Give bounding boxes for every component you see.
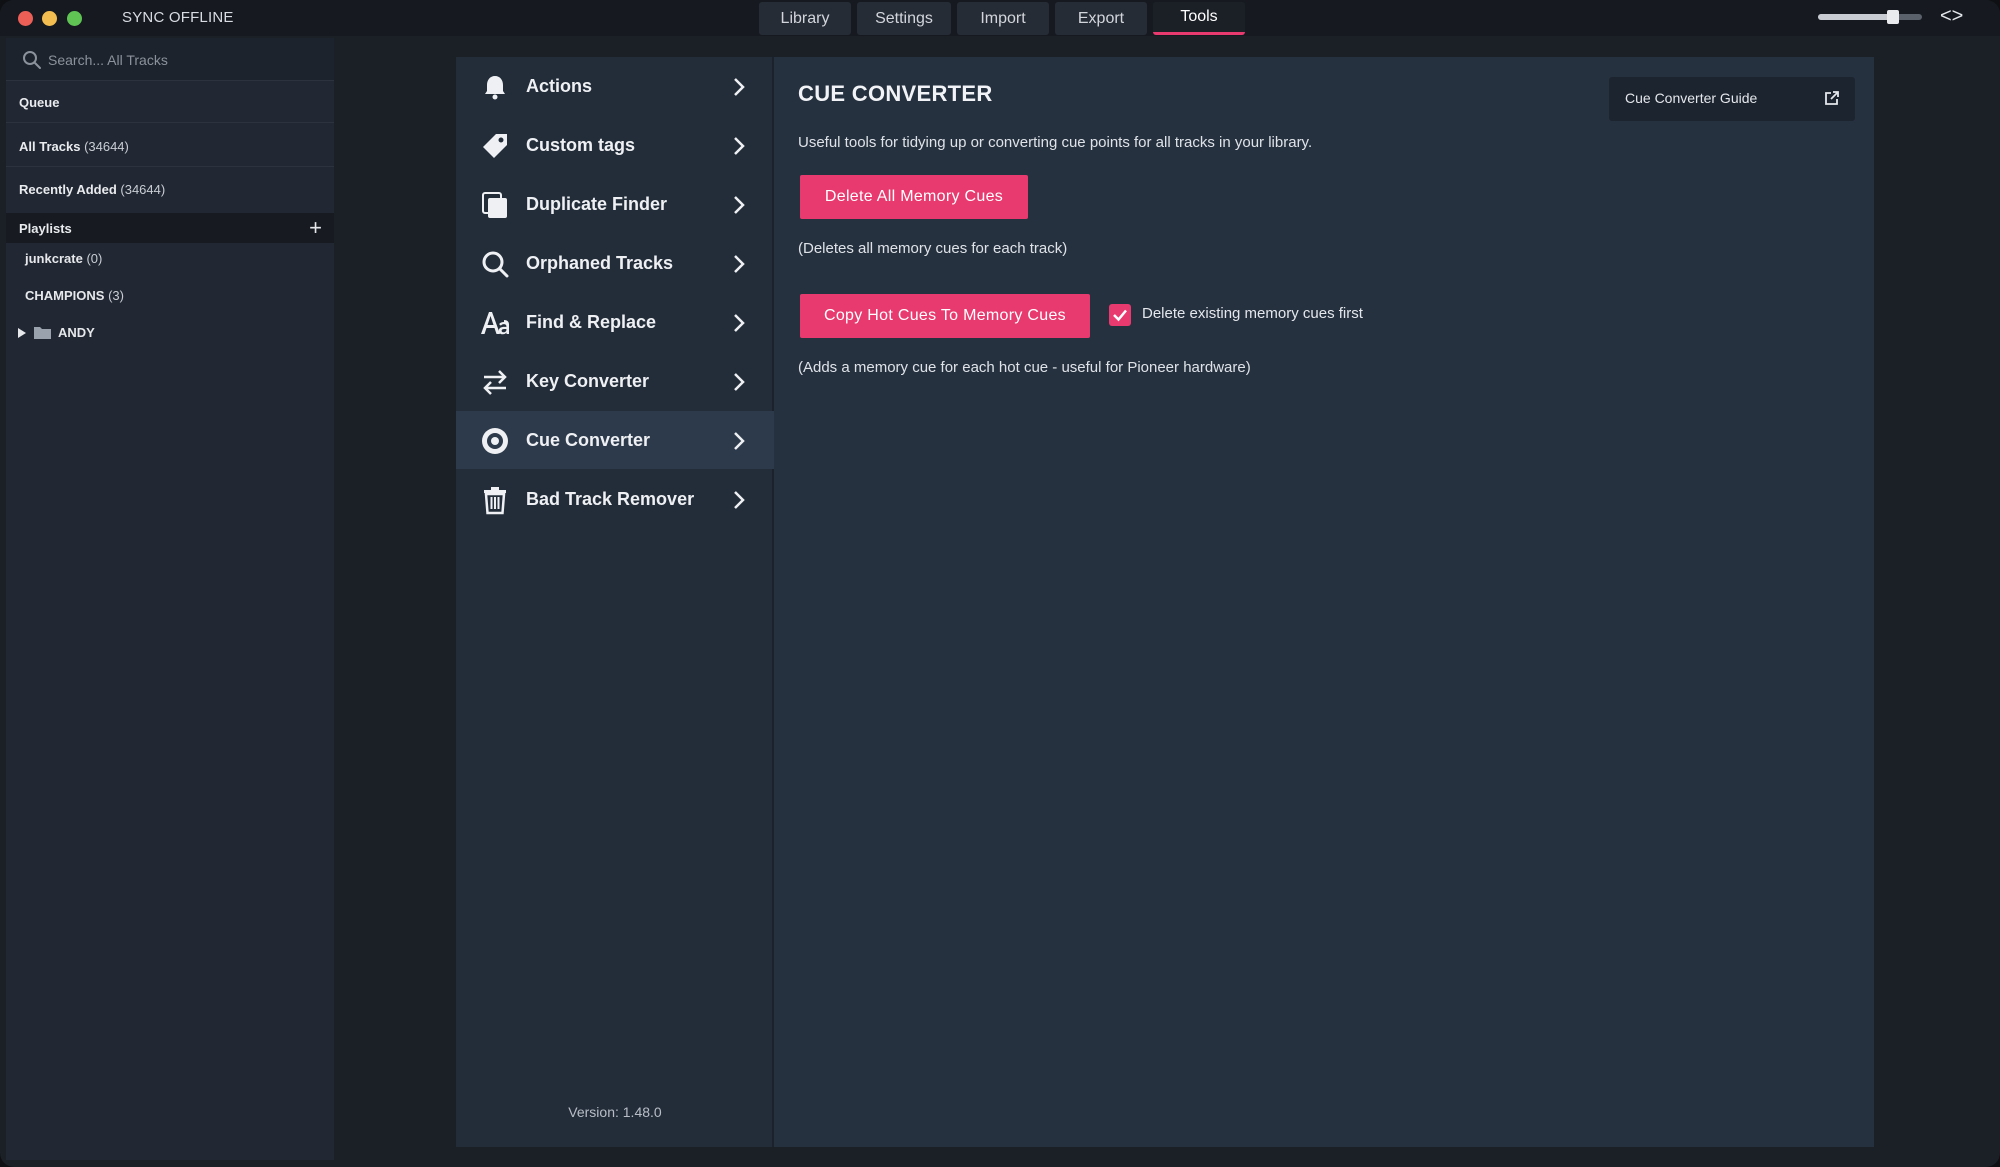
folder-label: ANDY bbox=[58, 325, 95, 340]
folder-icon bbox=[34, 327, 51, 339]
tab-tools[interactable]: Tools bbox=[1153, 2, 1245, 35]
divider bbox=[6, 166, 334, 167]
playlist-item-champions[interactable]: CHAMPIONS (3) bbox=[25, 288, 124, 303]
playlist-count: (3) bbox=[108, 288, 124, 303]
page-title: CUE CONVERTER bbox=[798, 81, 993, 106]
menu-label: Actions bbox=[526, 76, 593, 96]
chevron-right-icon bbox=[734, 196, 745, 214]
menu-label: Orphaned Tracks bbox=[526, 253, 674, 273]
zoom-slider[interactable] bbox=[1818, 10, 1922, 24]
sidebar-item-label: Queue bbox=[19, 95, 60, 110]
playlist-count: (0) bbox=[86, 251, 103, 266]
external-link-icon bbox=[1825, 91, 1839, 105]
sidebar-item-label: Recently Added bbox=[19, 182, 117, 197]
chevron-right-icon bbox=[734, 432, 745, 450]
trash-icon bbox=[484, 487, 506, 515]
checkmark-icon bbox=[1113, 309, 1127, 322]
playlist-item-junkcrate[interactable]: junkcrate (0) bbox=[25, 251, 102, 266]
tools-menu-item-key-converter[interactable]: Key Converter bbox=[456, 352, 774, 410]
sidebar-item-all-tracks[interactable]: All Tracks (34644) bbox=[19, 139, 129, 154]
zoom-slider-fill bbox=[1818, 14, 1893, 20]
tools-menu-item-duplicate-finder[interactable]: Duplicate Finder bbox=[456, 175, 774, 233]
tab-library[interactable]: Library bbox=[759, 2, 851, 35]
checkbox-label[interactable]: Delete existing memory cues first bbox=[1142, 305, 1363, 322]
divider bbox=[6, 122, 334, 123]
menu-label: Custom tags bbox=[526, 135, 636, 155]
playlists-header: Playlists + bbox=[6, 213, 334, 243]
cue-converter-content: CUE CONVERTER Cue Converter Guide Useful… bbox=[776, 57, 1874, 1147]
version-label: Version: 1.48.0 bbox=[568, 1104, 662, 1120]
nav-back-forward-icon[interactable]: <> bbox=[1940, 5, 1963, 27]
app-window: SYNC OFFLINE Library Settings Import Exp… bbox=[0, 0, 2000, 1167]
bell-icon bbox=[485, 76, 505, 100]
add-playlist-icon[interactable]: + bbox=[309, 215, 322, 241]
cue-converter-guide-button[interactable]: Cue Converter Guide bbox=[1609, 77, 1855, 121]
playlists-label: Playlists bbox=[19, 221, 72, 236]
target-icon bbox=[482, 428, 508, 454]
delete-note: (Deletes all memory cues for each track) bbox=[798, 240, 1068, 257]
tool-description: Useful tools for tidying up or convertin… bbox=[798, 134, 1313, 151]
maximize-window-button[interactable] bbox=[67, 11, 82, 26]
chevron-right-icon bbox=[734, 255, 745, 273]
menu-label: Key Converter bbox=[526, 371, 650, 391]
chevron-right-icon bbox=[734, 314, 745, 332]
sync-status: SYNC OFFLINE bbox=[122, 9, 234, 26]
tools-panel: Actions Custom tags Duplicate Finder Orp… bbox=[456, 57, 1874, 1147]
tab-import[interactable]: Import bbox=[957, 2, 1049, 35]
zoom-slider-handle[interactable] bbox=[1886, 10, 1899, 24]
chevron-right-icon bbox=[734, 137, 745, 155]
chevron-right-icon bbox=[734, 491, 745, 509]
delete-all-memory-cues-button[interactable]: Delete All Memory Cues bbox=[800, 175, 1028, 219]
tools-menu-item-custom-tags[interactable]: Custom tags bbox=[456, 116, 774, 174]
playlist-label: CHAMPIONS bbox=[25, 288, 105, 303]
menu-label: Cue Converter bbox=[526, 430, 651, 450]
minimize-window-button[interactable] bbox=[42, 11, 57, 26]
title-bar: SYNC OFFLINE Library Settings Import Exp… bbox=[0, 0, 2000, 36]
font-icon bbox=[481, 312, 509, 335]
tools-menu-item-actions[interactable]: Actions bbox=[456, 57, 774, 115]
nav-arrows[interactable]: <> bbox=[1940, 5, 1963, 28]
track-count: (34644) bbox=[84, 139, 129, 154]
tools-menu-item-cue-converter[interactable]: Cue Converter bbox=[456, 411, 774, 469]
search-icon bbox=[482, 251, 509, 278]
playlist-folder-andy[interactable]: ANDY bbox=[17, 325, 95, 340]
tools-menu-item-find-replace[interactable]: Find & Replace bbox=[456, 293, 774, 351]
menu-label: Duplicate Finder bbox=[526, 194, 668, 214]
menu-label: Bad Track Remover bbox=[526, 489, 695, 509]
sidebar-item-queue[interactable]: Queue bbox=[19, 95, 59, 110]
tag-icon bbox=[483, 134, 507, 158]
chevron-right-icon bbox=[734, 78, 745, 96]
tools-menu-item-bad-track-remover[interactable]: Bad Track Remover bbox=[456, 470, 774, 528]
expand-triangle-icon[interactable] bbox=[17, 327, 27, 339]
chevron-right-icon bbox=[734, 373, 745, 391]
tools-menu: Actions Custom tags Duplicate Finder Orp… bbox=[456, 57, 774, 1147]
delete-existing-cues-checkbox[interactable] bbox=[1109, 304, 1131, 326]
sidebar-item-recently-added[interactable]: Recently Added (34644) bbox=[19, 182, 165, 197]
copy-hot-cues-button[interactable]: Copy Hot Cues To Memory Cues bbox=[800, 294, 1090, 338]
menu-label: Find & Replace bbox=[526, 312, 657, 332]
library-sidebar: Queue All Tracks (34644) Recently Added … bbox=[6, 38, 334, 1160]
main-tabs: Library Settings Import Export Tools bbox=[759, 2, 1245, 35]
sidebar-item-label: All Tracks bbox=[19, 139, 81, 154]
copy-note: (Adds a memory cue for each hot cue - us… bbox=[798, 359, 1251, 376]
duplicate-icon bbox=[482, 192, 507, 218]
search-bar bbox=[6, 38, 334, 81]
search-input[interactable] bbox=[48, 47, 318, 73]
guide-button-label: Cue Converter Guide bbox=[1625, 90, 1758, 106]
close-window-button[interactable] bbox=[18, 11, 33, 26]
search-icon bbox=[23, 51, 41, 69]
playlist-label: junkcrate bbox=[25, 251, 83, 266]
tab-export[interactable]: Export bbox=[1055, 2, 1147, 35]
swap-arrows-icon bbox=[483, 370, 507, 395]
tab-settings[interactable]: Settings bbox=[857, 2, 951, 35]
track-count: (34644) bbox=[120, 182, 166, 197]
tools-menu-item-orphaned-tracks[interactable]: Orphaned Tracks bbox=[456, 234, 774, 292]
